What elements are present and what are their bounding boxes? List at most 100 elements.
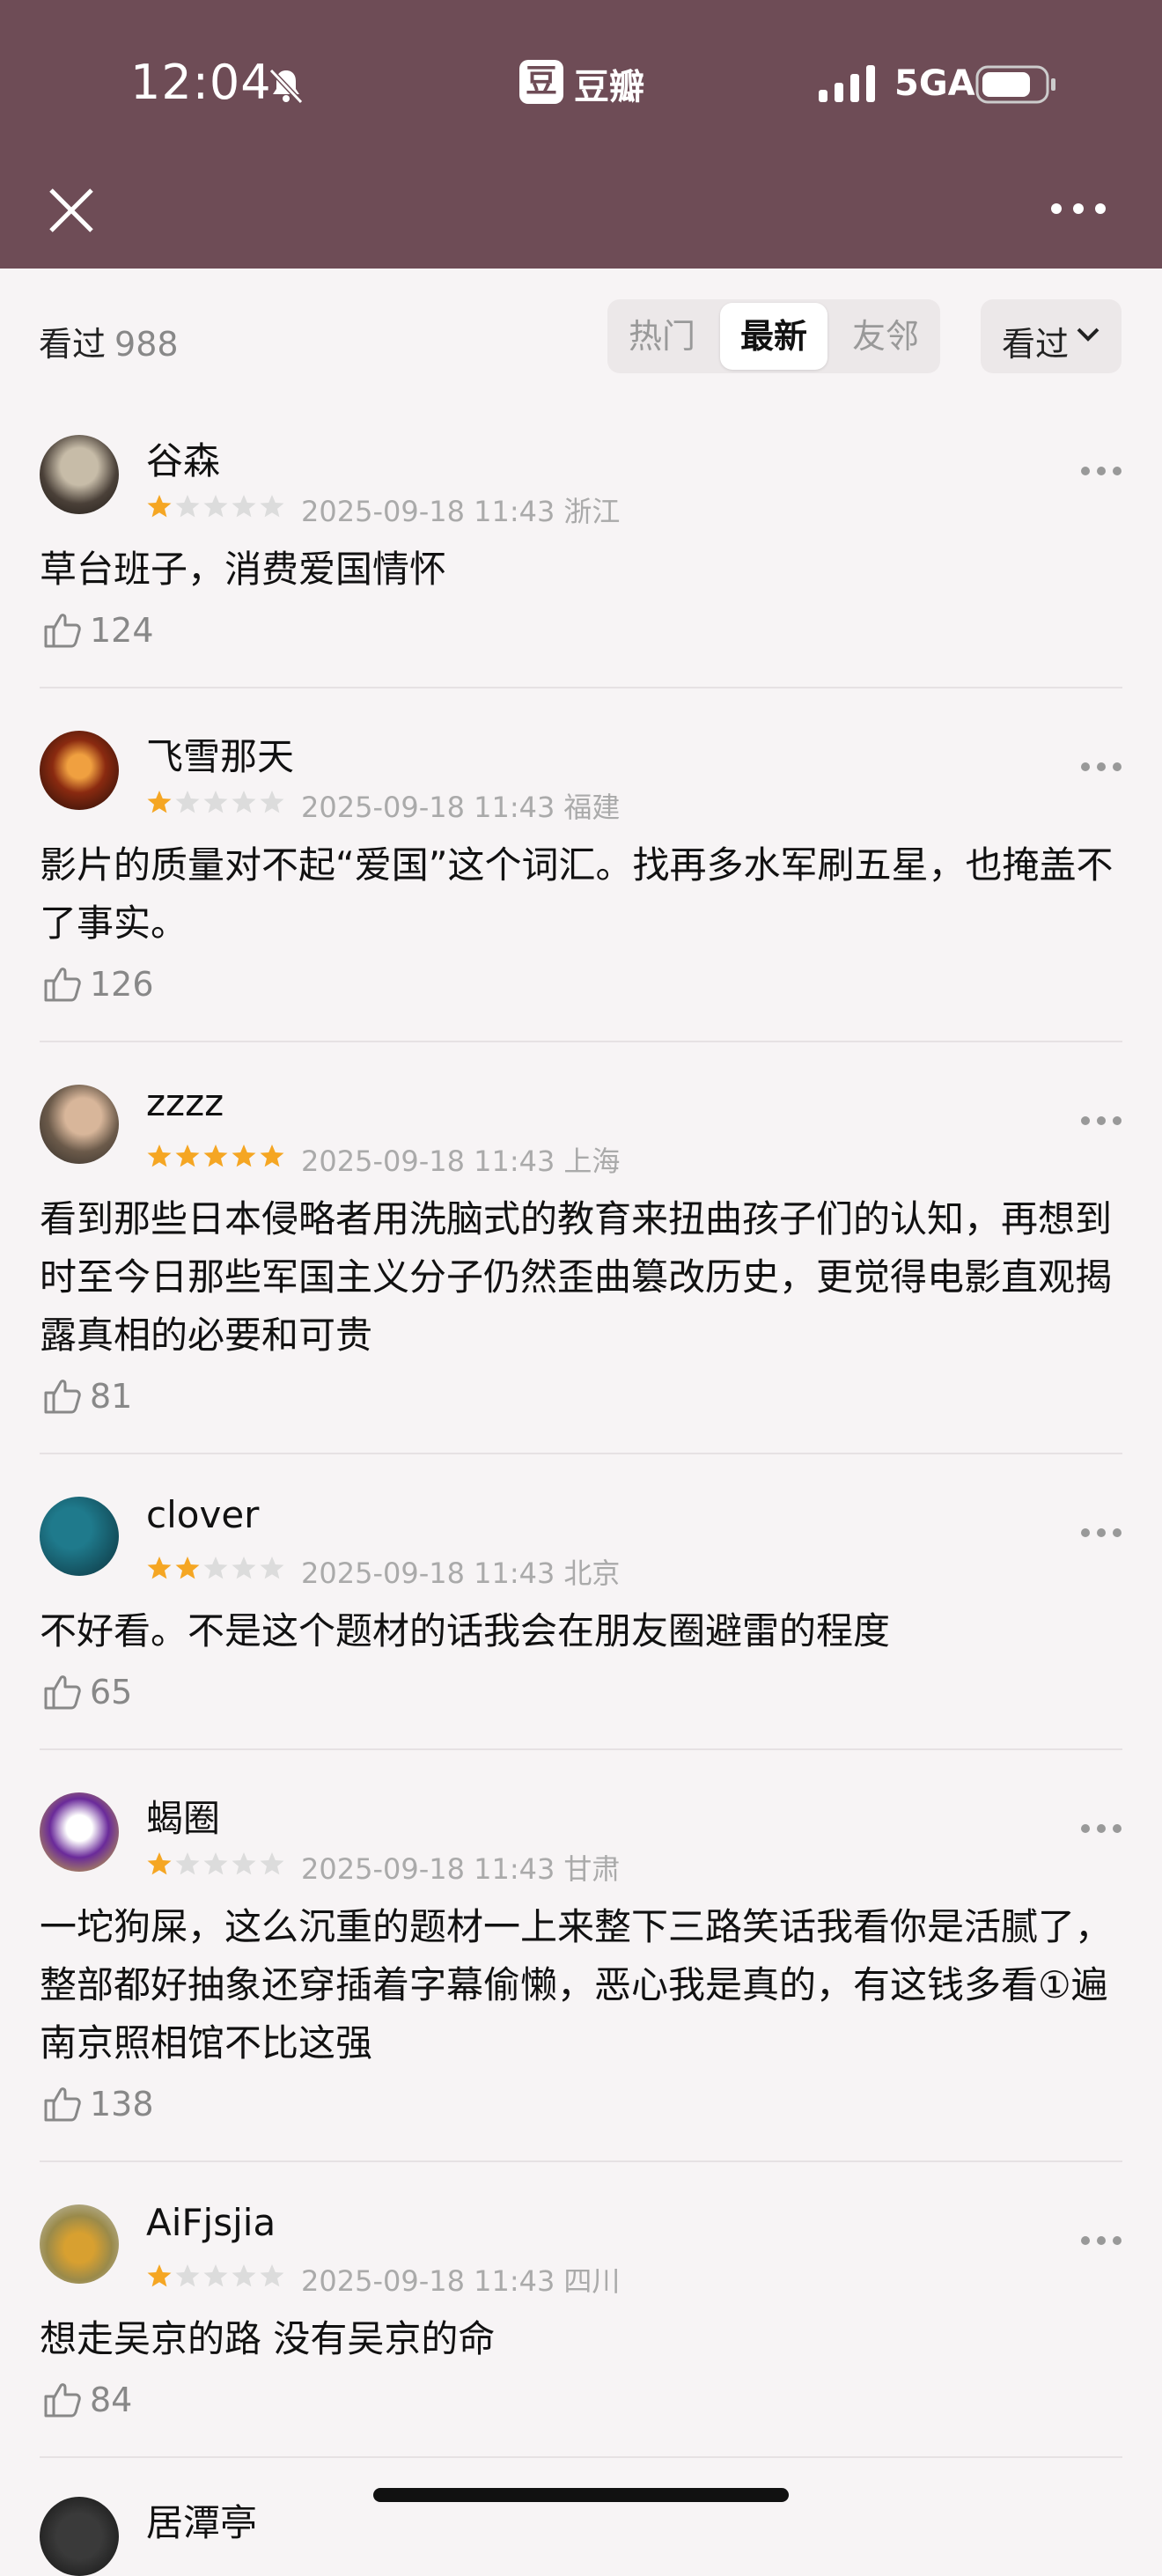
star-icon [175, 1144, 200, 1167]
watched-filter-label: 看过 [1002, 325, 1070, 364]
sort-segmented-control: 热门 最新 友邻 [607, 299, 940, 373]
divider [40, 1453, 1122, 1454]
review-more-icon[interactable] [1079, 761, 1123, 773]
filter-title-label: 看过 [39, 325, 107, 364]
top-header: 12:04 豆 豆瓣 5GA [0, 0, 1162, 269]
star-icon [260, 1852, 284, 1875]
bell-muted-icon [268, 68, 304, 105]
star-icon [232, 495, 256, 518]
star-icon [147, 1557, 172, 1579]
star-icon [232, 1144, 256, 1167]
review-username[interactable]: zzzz [146, 1081, 224, 1124]
star-icon [147, 1852, 172, 1875]
like-count: 126 [90, 965, 154, 1004]
close-icon[interactable] [46, 185, 97, 236]
network-label: 5GA [894, 63, 975, 104]
review-meta: 2025-09-18 11:43 上海 [301, 1139, 620, 1180]
review-more-icon[interactable] [1079, 1527, 1123, 1539]
star-icon [147, 1144, 172, 1167]
tab-hot[interactable]: 热门 [607, 299, 717, 373]
filter-title: 看过 988 [39, 317, 179, 365]
divider [40, 1748, 1122, 1750]
review-more-icon[interactable] [1079, 1822, 1123, 1835]
rating-stars [146, 493, 285, 519]
review-location: 四川 [563, 2264, 621, 2298]
watched-filter-dropdown[interactable]: 看过 [981, 299, 1122, 373]
review-username[interactable]: 居潭亭 [146, 2493, 257, 2547]
star-icon [203, 791, 228, 813]
star-icon [260, 1557, 284, 1579]
chevron-down-icon [1077, 328, 1099, 342]
review-date: 2025-09-18 11:43 [301, 495, 555, 528]
review-location: 上海 [563, 1144, 621, 1178]
star-icon [203, 1852, 228, 1875]
review-text: 一坨狗屎，这么沉重的题材一上来整下三路笑话我看你是活腻了，整部都好抽象还穿插着字… [40, 1905, 1113, 2064]
review-meta: 2025-09-18 11:43 四川 [301, 2259, 620, 2300]
avatar[interactable] [40, 731, 119, 810]
douban-app-icon: 豆 [519, 60, 563, 104]
review-username[interactable]: 蝎圈 [146, 1789, 220, 1843]
review-username[interactable]: AiFjsjia [146, 2201, 276, 2244]
review-text: 草台班子，消费爱国情怀 [40, 548, 447, 591]
review-meta: 2025-09-18 11:43 福建 [301, 785, 620, 826]
star-icon [203, 1557, 228, 1579]
thumbs-up-icon [44, 614, 81, 648]
star-icon [232, 2264, 256, 2287]
rating-stars [146, 789, 285, 815]
avatar[interactable] [40, 2204, 119, 2284]
star-icon [147, 495, 172, 518]
review-location: 北京 [563, 1557, 621, 1590]
thumbs-up-icon [44, 1380, 81, 1414]
star-icon [175, 2264, 200, 2287]
star-icon [203, 2264, 228, 2287]
rating-stars [146, 1851, 285, 1877]
home-indicator[interactable] [373, 2488, 789, 2502]
star-icon [232, 1852, 256, 1875]
review-text: 影片的质量对不起“爱国”这个词汇。找再多水军刷五星，也掩盖不了事实。 [40, 843, 1114, 945]
star-icon [260, 1144, 284, 1167]
thumbs-up-icon [44, 1675, 81, 1710]
review-text: 想走吴京的路 没有吴京的命 [40, 2317, 496, 2360]
like-count: 65 [90, 1673, 133, 1711]
star-icon [175, 1557, 200, 1579]
review-meta: 2025-09-18 11:43 甘肃 [301, 1847, 620, 1888]
star-icon [175, 495, 200, 518]
star-icon [260, 495, 284, 518]
divider [40, 2456, 1122, 2458]
rating-stars [146, 1143, 285, 1169]
star-icon [175, 1852, 200, 1875]
star-icon [232, 791, 256, 813]
review-text: 不好看。不是这个题材的话我会在朋友圈避雷的程度 [40, 1609, 891, 1652]
filter-count: 988 [114, 325, 179, 364]
avatar[interactable] [40, 2497, 119, 2576]
review-more-icon[interactable] [1079, 465, 1123, 477]
review-date: 2025-09-18 11:43 [301, 2264, 555, 2298]
review-text: 看到那些日本侵略者用洗脑式的教育来扭曲孩子们的认知，再想到时至今日那些军国主义分… [40, 1197, 1113, 1357]
review-meta: 2025-09-18 11:43 北京 [301, 1551, 620, 1592]
review-date: 2025-09-18 11:43 [301, 791, 555, 824]
avatar[interactable] [40, 1085, 119, 1164]
app-name: 豆瓣 [574, 67, 644, 107]
star-icon [260, 2264, 284, 2287]
like-count: 81 [90, 1377, 133, 1416]
review-username[interactable]: 飞雪那天 [146, 727, 294, 781]
battery-icon [975, 65, 1055, 104]
review-more-icon[interactable] [1079, 2234, 1123, 2247]
more-options-icon[interactable] [1048, 195, 1109, 222]
tab-latest[interactable]: 最新 [720, 303, 827, 370]
review-location: 福建 [563, 791, 621, 824]
star-icon [203, 1144, 228, 1167]
avatar[interactable] [40, 1497, 119, 1576]
review-more-icon[interactable] [1079, 1115, 1123, 1127]
review-date: 2025-09-18 11:43 [301, 1852, 555, 1886]
review-username[interactable]: 谷森 [146, 431, 220, 485]
review-date: 2025-09-18 11:43 [301, 1144, 555, 1178]
avatar[interactable] [40, 1792, 119, 1872]
star-icon [203, 495, 228, 518]
tab-friends[interactable]: 友邻 [831, 299, 940, 373]
review-username[interactable]: clover [146, 1493, 259, 1536]
avatar[interactable] [40, 435, 119, 514]
divider [40, 1041, 1122, 1042]
signal-icon [819, 65, 875, 102]
review-date: 2025-09-18 11:43 [301, 1557, 555, 1590]
